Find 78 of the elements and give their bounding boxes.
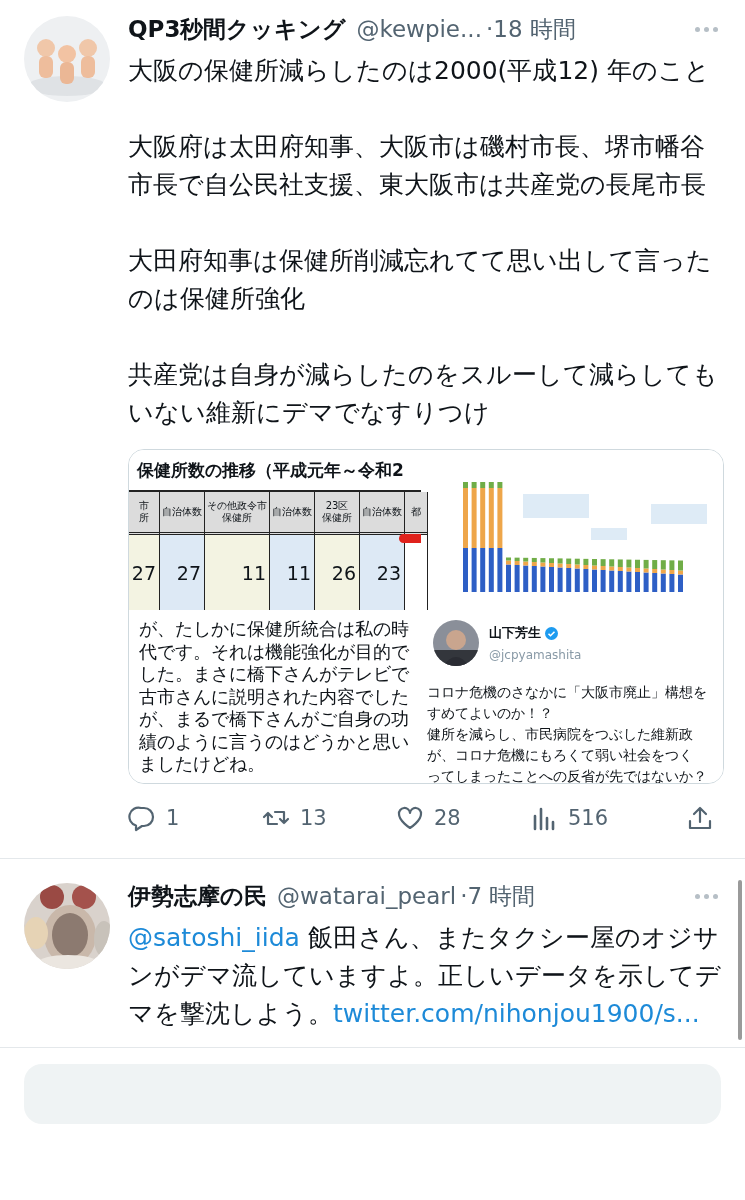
chart-bar	[506, 557, 511, 592]
tweet-text: 共産党は自身が減らしたのをスルーして減らしてもいない維新にデマでなすりつけ	[128, 359, 719, 429]
embedded-text: すめてよいのか！？	[427, 704, 553, 723]
quote-text: が、たしかに保健所統合は私の時	[139, 618, 409, 641]
chart-bar	[635, 559, 640, 592]
tweet-text: @satoshi_iida 飯田さん、またタクシー屋のオジサンがデマ流していますよ。正しいデータを示してデマを撃沈しよう。twitter.com/nihonjou1900/s...	[128, 922, 722, 1030]
tweet-text: 大阪府は太田府知事、大阪市は磯村市長、堺市幡谷市長で自公民社支援、東大阪市は共産党の長尾市長	[128, 131, 707, 201]
callout-box	[523, 494, 589, 518]
embedded-text: が、コロナ危機にもろくて弱い社会をつく	[427, 746, 693, 765]
chart-bar	[557, 558, 563, 592]
header-text: 所	[139, 512, 149, 524]
tweet-text: 大阪の保健所減らしたのは2000(平成12) 年のこと	[128, 55, 711, 87]
callout-box	[591, 528, 627, 540]
header-text: 都	[411, 506, 421, 518]
chart-bar	[652, 560, 658, 592]
chart-bar	[531, 557, 537, 592]
chart-bar	[643, 559, 649, 592]
chart-bar	[549, 558, 554, 592]
table-cell: 26	[331, 561, 356, 584]
action-count: 1	[166, 806, 180, 830]
quote-text: 績のように言うのはどうかと思い	[139, 730, 409, 753]
chart-bar	[523, 557, 529, 592]
callout-box	[651, 504, 707, 524]
table-cell: 27	[131, 561, 156, 584]
header-text: 自治体数	[272, 506, 312, 518]
author-handle: @watarai_pearl	[277, 883, 457, 909]
chart-bar	[540, 558, 546, 592]
header-text: 23区	[325, 500, 349, 512]
chart-bar	[566, 558, 572, 592]
chart-bar	[626, 559, 632, 592]
chart-bar	[592, 559, 597, 592]
quote-text: ましたけどね。	[139, 753, 265, 776]
chart-bar	[574, 558, 580, 592]
header-text: 自治体数	[162, 506, 202, 518]
embedded-author: 山下芳生	[489, 624, 541, 642]
post-time: ·7 時間	[460, 881, 536, 911]
quote-text: 古市さんに説明された内容でした	[139, 685, 409, 708]
table-cell: 23	[376, 561, 401, 584]
table-cell: 27	[176, 561, 201, 584]
mention-link[interactable]: @satoshi_iida	[128, 923, 300, 952]
quote-text: した。まさに橋下さんがテレビで	[139, 663, 409, 686]
action-count: 13	[300, 806, 327, 830]
header-text: 市	[139, 500, 149, 512]
table-title: 保健所数の推移（平成元年～令和2	[136, 458, 405, 482]
chart-bar	[583, 558, 589, 592]
table-cell: 11	[241, 561, 266, 584]
chart-bar	[514, 557, 520, 592]
chart-bar	[660, 560, 666, 592]
embedded-text: 健所を減らし、市民病院をつぶした維新政	[427, 725, 693, 744]
scrollbar[interactable]	[738, 880, 742, 1040]
embedded-text: ってしまったことへの反省が先ではないか？	[427, 767, 707, 783]
table-cell: 11	[286, 561, 311, 584]
heart-icon[interactable]	[396, 804, 424, 832]
author-name: 伊勢志摩の民	[128, 881, 267, 911]
chart-bar	[678, 560, 683, 592]
author-name: QP3秒間クッキング	[128, 14, 347, 44]
chart-bar	[600, 559, 606, 592]
quote-text: 代です。それは機能強化が目的で	[139, 640, 409, 663]
chart-bar	[609, 559, 615, 592]
media-card[interactable]	[128, 449, 724, 784]
action-count: 516	[568, 806, 609, 830]
arrow-mark	[399, 534, 421, 543]
header-text: 保健所	[322, 512, 352, 524]
tweet-text: 大田府知事は保健所削減忘れてて思い出して言ったのは保健所強化	[128, 245, 713, 315]
header-text: その他政令市	[207, 500, 267, 512]
author-handle: @kewpie...	[356, 16, 482, 42]
quote-text: が、まるで橋下さんがご自身の功	[139, 708, 409, 731]
embedded-handle: @jcpyamashita	[489, 648, 582, 662]
header-text: 自治体数	[362, 506, 402, 518]
url-link[interactable]: twitter.com/nihonjou1900/s...	[333, 999, 700, 1028]
action-count: 28	[434, 806, 461, 830]
post-time: ·18 時間	[485, 14, 576, 44]
share-icon[interactable]	[686, 804, 714, 832]
speech-bubble-icon[interactable]	[128, 804, 156, 832]
embedded-text: コロナ危機のさなかに「大阪市廃止」構想を	[427, 683, 707, 702]
chart-bar	[669, 560, 675, 592]
header-text: 保健所	[222, 512, 252, 524]
chart-bar	[617, 559, 623, 592]
